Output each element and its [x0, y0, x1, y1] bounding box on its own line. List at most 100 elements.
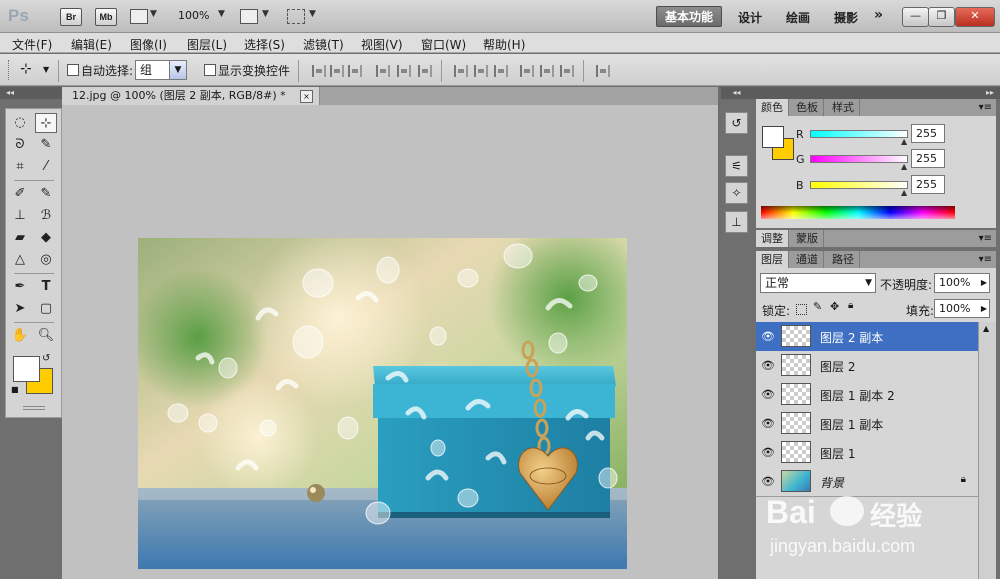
layers-scrollbar[interactable]: ▲	[978, 322, 996, 579]
history-panel-icon[interactable]: ↺	[725, 112, 748, 134]
type-tool-icon[interactable]: T	[35, 277, 57, 297]
move-tool-preset-icon[interactable]: ⊹	[20, 61, 32, 77]
more-workspaces-button[interactable]: »	[874, 7, 883, 23]
workspace-photography[interactable]: 摄影	[834, 9, 858, 26]
slider-handle-icon[interactable]: ▲	[901, 162, 907, 171]
tab-styles[interactable]: 样式	[827, 99, 860, 116]
tab-channels[interactable]: 通道	[791, 251, 824, 268]
align-bottom-icon[interactable]	[348, 65, 362, 77]
channel-b-slider[interactable]	[810, 181, 908, 189]
toolbox-collapse-bar[interactable]: ◂◂	[0, 87, 62, 99]
lock-position-icon[interactable]: ✥	[830, 300, 839, 313]
chevron-down-icon[interactable]: ▼	[262, 9, 269, 19]
align-left-icon[interactable]	[376, 65, 390, 77]
visibility-eye-icon[interactable]: 👁︎	[760, 359, 776, 373]
layer-row[interactable]: 👁︎ 图层 1	[756, 438, 978, 468]
document-image[interactable]	[138, 238, 627, 569]
distribute-right-icon[interactable]	[560, 65, 574, 77]
distribute-top-icon[interactable]	[454, 65, 468, 77]
path-selection-tool-icon[interactable]: ➤	[9, 299, 31, 319]
launch-mini-bridge-button[interactable]: Mb	[95, 8, 117, 26]
spot-healing-tool-icon[interactable]: ✐	[9, 184, 31, 204]
workspace-design[interactable]: 设计	[738, 9, 762, 26]
paint-bucket-tool-icon[interactable]: ◆	[35, 228, 57, 248]
zoom-tool-icon[interactable]: 🔍︎	[35, 326, 57, 346]
auto-select-checkbox[interactable]	[67, 64, 79, 76]
menu-view[interactable]: 视图(V)	[361, 36, 403, 53]
eyedropper-tool-icon[interactable]: ⁄	[35, 157, 57, 177]
dodge-tool-icon[interactable]: ◎	[35, 250, 57, 270]
channel-r-value[interactable]: 255	[911, 124, 945, 143]
layer-row[interactable]: 👁︎ 图层 1 副本	[756, 409, 978, 439]
visibility-eye-icon[interactable]: 👁︎	[760, 417, 776, 431]
channel-g-slider[interactable]	[810, 155, 908, 163]
blend-mode-dropdown[interactable]: 正常 ▼	[760, 273, 876, 293]
chevron-down-icon[interactable]: ▼	[309, 9, 316, 19]
chevron-right-icon[interactable]: ▶	[981, 274, 987, 292]
tab-masks[interactable]: 蒙版	[791, 230, 824, 247]
move-tool-icon[interactable]: ⊹	[35, 113, 57, 133]
chevron-up-icon[interactable]: ▲	[983, 324, 989, 333]
shape-tool-icon[interactable]: ▢	[35, 299, 57, 319]
visibility-eye-icon[interactable]: 👁︎	[760, 475, 776, 489]
quick-selection-tool-icon[interactable]: ✎	[35, 135, 57, 155]
distribute-vertical-center-icon[interactable]	[474, 65, 488, 77]
chevron-down-icon[interactable]: ▼	[218, 9, 225, 19]
foreground-color-swatch[interactable]	[762, 126, 784, 148]
crop-tool-icon[interactable]: ⌗	[9, 157, 31, 177]
tool-presets-icon[interactable]: ⊥	[725, 211, 748, 233]
fill-input[interactable]: 100% ▶	[934, 299, 990, 318]
restore-button[interactable]: ❐	[928, 7, 955, 27]
auto-select-dropdown[interactable]: 组 ▼	[135, 60, 187, 80]
zoom-level[interactable]: 100%	[178, 9, 209, 22]
brush-tool-icon[interactable]: ✎	[35, 184, 57, 204]
history-brush-tool-icon[interactable]: ℬ	[35, 206, 57, 226]
close-icon[interactable]: ×	[300, 90, 313, 103]
blur-tool-icon[interactable]: △	[9, 250, 31, 270]
lock-all-icon[interactable]: 🔒︎	[848, 300, 853, 311]
show-transform-controls-checkbox[interactable]	[204, 64, 216, 76]
dock-collapse-bar[interactable]: ◂◂	[721, 87, 752, 99]
marquee-tool-icon[interactable]: ◌	[9, 113, 31, 133]
lasso-tool-icon[interactable]: ᘐ	[9, 135, 31, 155]
channel-b-value[interactable]: 255	[911, 175, 945, 194]
slider-handle-icon[interactable]: ▲	[901, 188, 907, 197]
layer-row[interactable]: 👁︎ 图层 1 副本 2	[756, 380, 978, 410]
tab-color[interactable]: 颜色	[756, 99, 789, 116]
visibility-eye-icon[interactable]: 👁︎	[760, 330, 776, 344]
menu-window[interactable]: 窗口(W)	[421, 36, 466, 53]
align-horizontal-center-icon[interactable]	[397, 65, 411, 77]
document-tab[interactable]: 12.jpg @ 100% (图层 2 副本, RGB/8#) * ×	[62, 87, 320, 105]
chevron-right-icon[interactable]: ▶	[981, 300, 987, 317]
menu-layer[interactable]: 图层(L)	[187, 36, 227, 53]
align-vertical-center-icon[interactable]	[330, 65, 344, 77]
distribute-bottom-icon[interactable]	[494, 65, 508, 77]
eraser-tool-icon[interactable]: ▰	[9, 228, 31, 248]
tab-adjustments[interactable]: 调整	[756, 230, 789, 247]
panel-menu-icon[interactable]: ▾≡	[979, 230, 992, 247]
tab-layers[interactable]: 图层	[756, 251, 789, 268]
default-colors-icon[interactable]: ■	[11, 385, 19, 394]
brush-presets-icon[interactable]: ⚟	[725, 155, 748, 177]
slider-handle-icon[interactable]: ▲	[901, 137, 907, 146]
tab-swatches[interactable]: 色板	[791, 99, 824, 116]
auto-align-layers-icon[interactable]	[596, 65, 610, 77]
hand-tool-icon[interactable]: ✋	[9, 326, 31, 346]
channel-r-slider[interactable]	[810, 130, 908, 138]
channel-g-value[interactable]: 255	[911, 149, 945, 168]
align-top-icon[interactable]	[312, 65, 326, 77]
panel-collapse-bar[interactable]: ▸▸	[752, 87, 1000, 99]
distribute-horizontal-center-icon[interactable]	[540, 65, 554, 77]
menu-select[interactable]: 选择(S)	[244, 36, 285, 53]
panel-menu-icon[interactable]: ▾≡	[979, 99, 992, 116]
workspace-painting[interactable]: 绘画	[786, 9, 810, 26]
clone-source-icon[interactable]: ✧	[725, 182, 748, 204]
opacity-input[interactable]: 100% ▶	[934, 273, 990, 293]
visibility-eye-icon[interactable]: 👁︎	[760, 388, 776, 402]
lock-pixels-icon[interactable]: ✎	[813, 300, 822, 313]
clone-stamp-tool-icon[interactable]: ⊥	[9, 206, 31, 226]
align-right-icon[interactable]	[418, 65, 432, 77]
chevron-down-icon[interactable]: ▼	[150, 9, 157, 19]
tab-paths[interactable]: 路径	[827, 251, 860, 268]
menu-image[interactable]: 图像(I)	[130, 36, 167, 53]
